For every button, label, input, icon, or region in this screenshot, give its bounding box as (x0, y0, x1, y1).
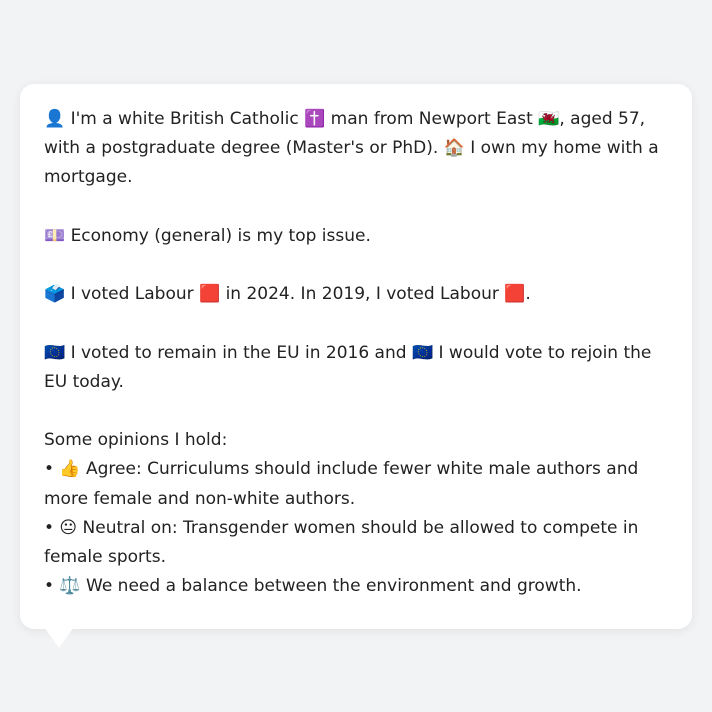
message-bubble: 👤 I'm a white British Catholic ✝️ man fr… (20, 84, 692, 629)
opinion-item: • ⚖️ We need a balance between the envir… (44, 576, 582, 597)
vote-paragraph: 🗳️ I voted Labour 🟥 in 2024. In 2019, I … (44, 284, 531, 305)
top-issue-paragraph: 💷 Economy (general) is my top issue. (44, 225, 371, 246)
intro-paragraph: 👤 I'm a white British Catholic ✝️ man fr… (44, 109, 659, 188)
opinion-item: • 😐 Neutral on: Transgender women should… (44, 517, 639, 567)
opinion-item: • 👍 Agree: Curriculums should include fe… (44, 459, 639, 509)
eu-paragraph: 🇪🇺 I voted to remain in the EU in 2016 a… (44, 342, 652, 392)
opinions-heading: Some opinions I hold: (44, 430, 228, 451)
opinions-section: Some opinions I hold: • 👍 Agree: Curricu… (44, 426, 672, 601)
bubble-tail (44, 627, 74, 648)
